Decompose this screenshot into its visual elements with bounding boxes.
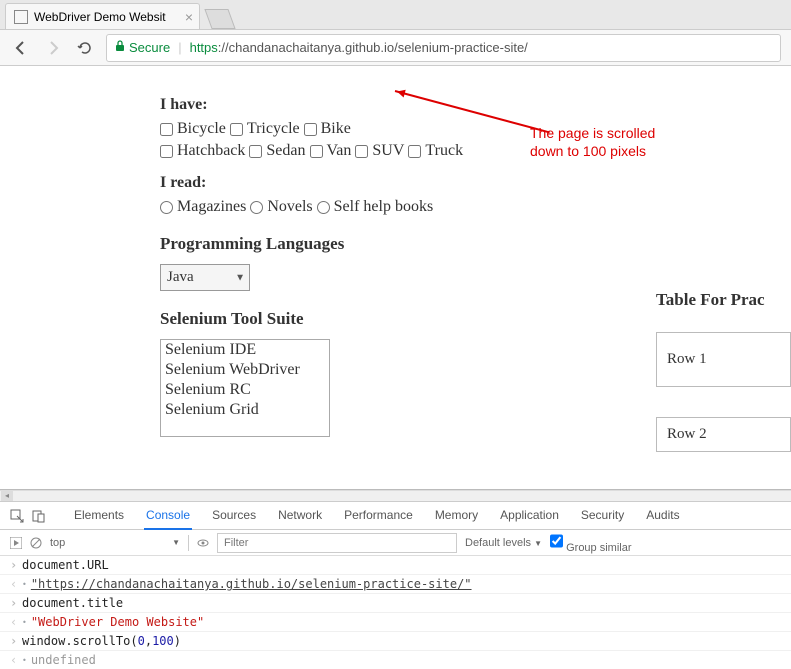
devtools-tab-memory[interactable]: Memory xyxy=(433,502,480,530)
console-line: •"WebDriver Demo Website" xyxy=(0,613,791,632)
levels-select[interactable]: Default levels ▼ xyxy=(465,537,542,549)
table-row: Row 1 xyxy=(656,332,791,387)
console-line: document.title xyxy=(0,594,791,613)
console-line: window.scrollTo(0,100) xyxy=(0,632,791,651)
lock-icon xyxy=(115,40,125,55)
i-read-row: MagazinesNovels Self help books xyxy=(160,198,791,216)
chevron-down-icon: ▼ xyxy=(235,272,245,283)
console-filter-bar: top▼ Default levels ▼ Group similar xyxy=(0,530,791,556)
secure-label: Secure xyxy=(129,40,170,55)
i-read-label: I read: xyxy=(160,174,791,192)
context-select[interactable]: top▼ xyxy=(50,537,180,549)
console-line: •undefined xyxy=(0,651,791,669)
play-icon[interactable] xyxy=(10,537,22,549)
url-bar[interactable]: Secure | https://chandanachaitanya.githu… xyxy=(106,34,781,62)
url-protocol: https xyxy=(190,40,218,55)
suite-listbox[interactable]: Selenium IDESelenium WebDriverSelenium R… xyxy=(160,339,330,437)
table-section: Table For Prac Row 1 Row 2 xyxy=(656,290,791,452)
radio-option[interactable]: Novels xyxy=(250,198,312,216)
filter-input[interactable] xyxy=(217,533,457,553)
devtools-tab-security[interactable]: Security xyxy=(579,502,626,530)
lang-select[interactable]: Java ▼ xyxy=(160,264,250,291)
group-similar-toggle[interactable]: Group similar xyxy=(550,531,631,554)
page-icon xyxy=(14,10,28,24)
table-title: Table For Prac xyxy=(656,290,791,310)
checkbox-option[interactable]: Bike xyxy=(304,120,351,138)
devtools-tab-sources[interactable]: Sources xyxy=(210,502,258,530)
list-item[interactable]: Selenium Grid xyxy=(161,400,329,420)
tab-title: WebDriver Demo Websit xyxy=(34,10,166,24)
radio-option[interactable]: Self help books xyxy=(317,198,434,216)
console-output[interactable]: document.URL•"https://chandanachaitanya.… xyxy=(0,556,791,669)
clear-icon[interactable] xyxy=(30,537,42,549)
console-line: •"https://chandanachaitanya.github.io/se… xyxy=(0,575,791,594)
lang-value: Java xyxy=(167,269,194,285)
i-have-row-2: HatchbackSedan VanSUVTruck xyxy=(160,142,791,160)
annotation-text: The page is scrolled down to 100 pixels xyxy=(530,124,690,160)
checkbox-option[interactable]: Bicycle xyxy=(160,120,226,138)
lang-label: Programming Languages xyxy=(160,234,791,254)
checkbox-option[interactable]: SUV xyxy=(355,142,404,160)
list-item[interactable]: Selenium IDE xyxy=(161,340,329,360)
devtools-tab-application[interactable]: Application xyxy=(498,502,561,530)
devtools-tab-network[interactable]: Network xyxy=(276,502,324,530)
reload-button[interactable] xyxy=(74,37,96,59)
checkbox-option[interactable]: Tricycle xyxy=(230,120,300,138)
browser-tab[interactable]: WebDriver Demo Websit × xyxy=(5,3,200,29)
devtools-tab-console[interactable]: Console xyxy=(144,502,192,530)
eye-icon[interactable] xyxy=(197,537,209,549)
close-icon[interactable]: × xyxy=(185,9,193,25)
checkbox-option[interactable]: Sedan xyxy=(249,142,305,160)
devtools-panel: ◂ Elements Console Sources Network Performan… xyxy=(0,489,791,669)
list-item[interactable]: Selenium WebDriver xyxy=(161,360,329,380)
devtools-tab-audits[interactable]: Audits xyxy=(644,502,681,530)
page-scrollbar[interactable]: ◂ xyxy=(0,490,791,502)
devtools-icons xyxy=(10,509,46,523)
nav-bar: Secure | https://chandanachaitanya.githu… xyxy=(0,30,791,66)
url-path: ://chandanachaitanya.github.io/selenium-… xyxy=(218,40,528,55)
new-tab-button[interactable] xyxy=(204,9,235,29)
devtools-tab-performance[interactable]: Performance xyxy=(342,502,415,530)
console-line: document.URL xyxy=(0,556,791,575)
devtools-tab-elements[interactable]: Elements xyxy=(72,502,126,530)
back-button[interactable] xyxy=(10,37,32,59)
table-row: Row 2 xyxy=(656,417,791,452)
radio-option[interactable]: Magazines xyxy=(160,198,246,216)
i-have-row-1: BicycleTricycleBike xyxy=(160,120,791,138)
scroll-left-icon[interactable]: ◂ xyxy=(1,491,13,501)
url-separator: | xyxy=(178,40,181,55)
browser-tab-bar: WebDriver Demo Websit × xyxy=(0,0,791,30)
inspect-icon[interactable] xyxy=(10,509,24,523)
list-item[interactable]: Selenium RC xyxy=(161,380,329,400)
forward-button[interactable] xyxy=(42,37,64,59)
device-icon[interactable] xyxy=(32,509,46,523)
checkbox-option[interactable]: Truck xyxy=(408,142,463,160)
checkbox-option[interactable]: Hatchback xyxy=(160,142,245,160)
checkbox-option[interactable]: Van xyxy=(310,142,352,160)
devtools-tabs: Elements Console Sources Network Performance… xyxy=(0,502,791,530)
